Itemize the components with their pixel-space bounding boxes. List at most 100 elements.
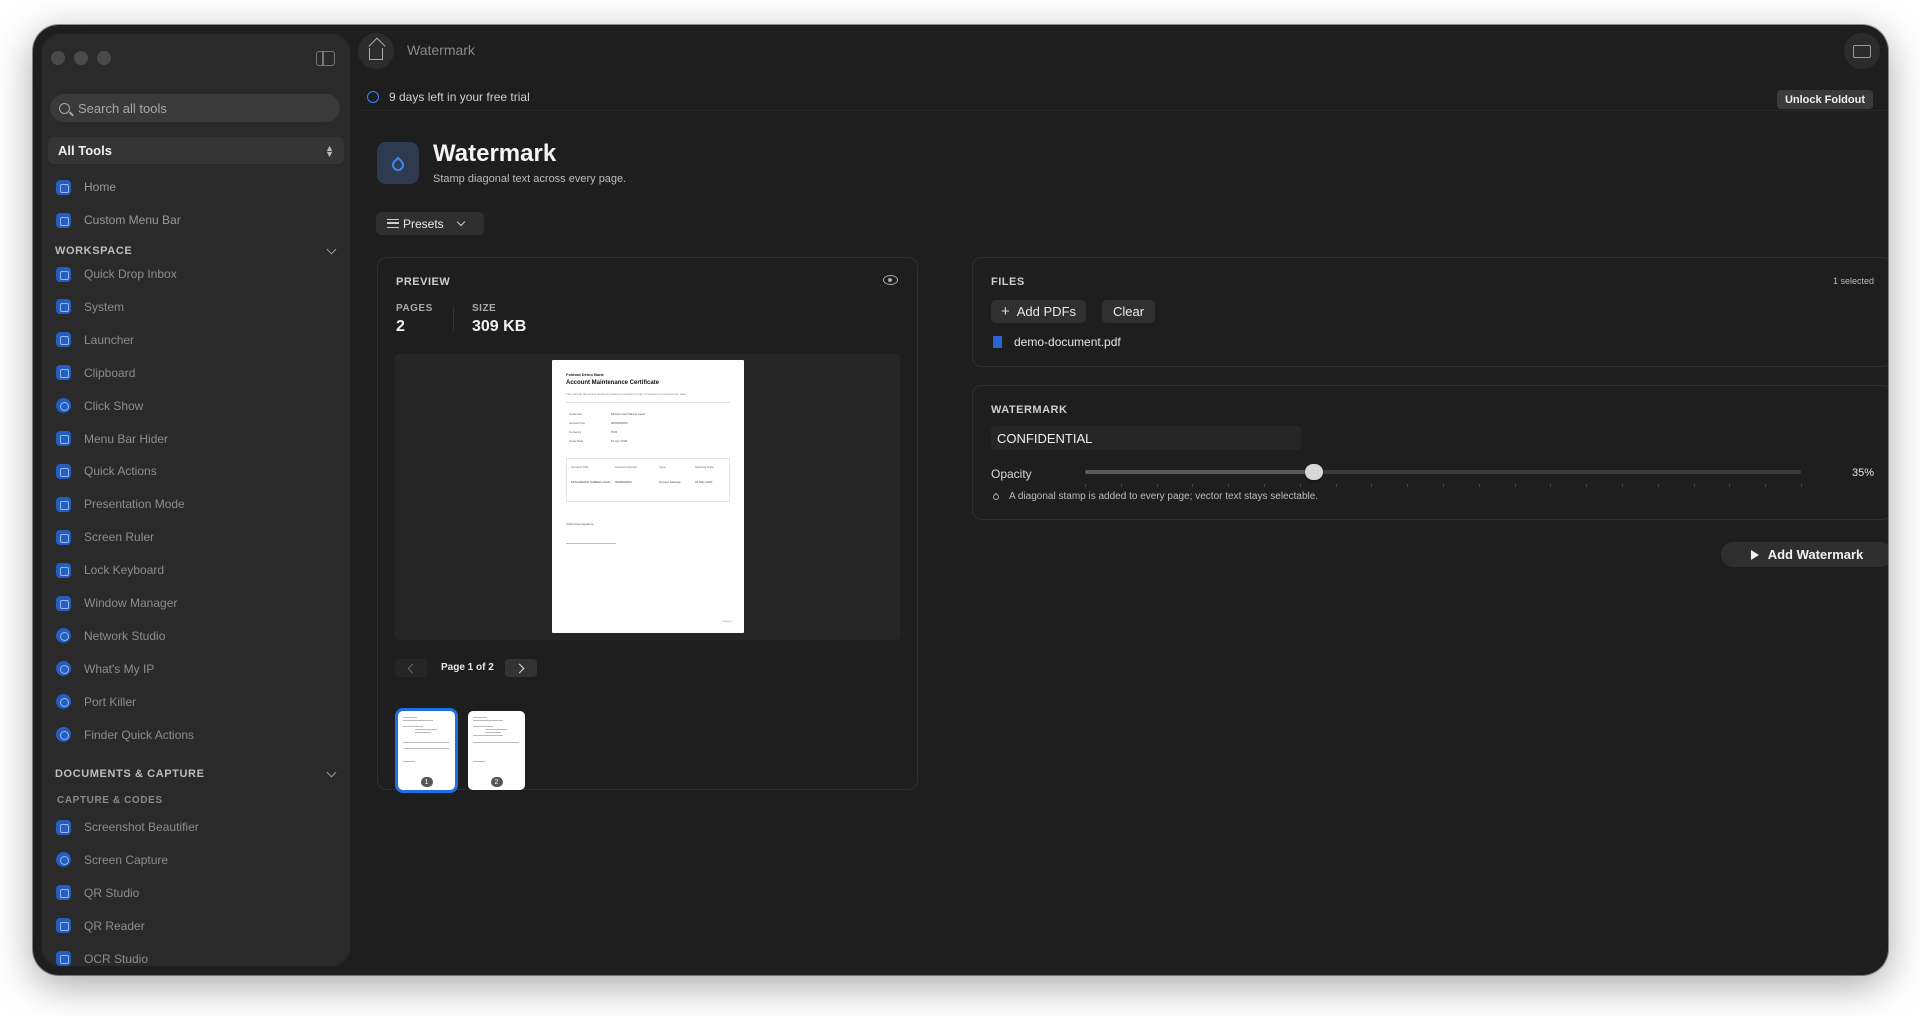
menu-bar-icon	[56, 212, 71, 228]
watermark-text-field[interactable]	[991, 426, 1301, 450]
doc-table-header: Account Title	[571, 465, 589, 469]
sidebar-item-port-killer[interactable]: Port Killer	[56, 690, 136, 714]
opacity-slider-knob[interactable]	[1305, 464, 1324, 480]
sidebar-item-menu-bar-hider[interactable]: Menu Bar Hider	[56, 427, 168, 451]
unlock-button[interactable]: Unlock Foldout	[1776, 90, 1873, 109]
lock-icon	[56, 562, 71, 578]
sidebar-item-ocr-studio[interactable]: OCR Studio	[56, 947, 148, 966]
doc-field-value: 21 Apr 2026	[611, 439, 628, 443]
sidebar-item-label: Presentation Mode	[84, 497, 185, 512]
sidebar-item-screen-capture[interactable]: Screen Capture	[56, 848, 168, 872]
search-input[interactable]: Search all tools	[50, 94, 340, 122]
sidebar-item-label: Clipboard	[84, 365, 136, 380]
home-icon	[56, 179, 71, 195]
opacity-slider[interactable]	[1085, 464, 1802, 487]
sidebar-item-clipboard[interactable]: Clipboard	[56, 361, 135, 385]
slider-tick	[1801, 484, 1802, 487]
sidebar-item-home[interactable]: Home	[56, 175, 116, 199]
sidebar-item-finder-quick-actions[interactable]: Finder Quick Actions	[56, 723, 194, 747]
section-title: WORKSPACE	[55, 245, 133, 257]
previous-page-button[interactable]	[395, 659, 427, 677]
slider-tick	[1586, 484, 1588, 487]
sidebar-section-header[interactable]: WORKSPACE	[55, 244, 343, 257]
sidebar-section-header[interactable]: DOCUMENTS & CAPTURE	[55, 767, 343, 780]
next-page-button[interactable]	[505, 659, 537, 677]
chevron-down-icon	[326, 244, 337, 254]
sidebar-item-quick-drop-inbox[interactable]: Quick Drop Inbox	[56, 262, 177, 286]
play-icon	[1750, 549, 1759, 560]
quick-actions-icon	[56, 463, 71, 479]
minimize-window-button[interactable]	[74, 51, 88, 65]
slider-tick	[1299, 484, 1301, 487]
presets-button[interactable]: Presets	[376, 212, 484, 235]
inbox-icon	[56, 266, 71, 282]
tools-filter-value: All Tools	[58, 143, 112, 158]
doc-table-cell: Current Savings	[659, 480, 681, 484]
clear-button[interactable]: Clear	[1102, 300, 1156, 323]
sidebar-item-lock-keyboard[interactable]: Lock Keyboard	[56, 558, 164, 582]
chevron-left-icon	[407, 663, 418, 673]
pages-value: 2	[396, 318, 405, 335]
home-button[interactable]	[358, 33, 394, 69]
slider-tick	[1407, 484, 1409, 487]
sidebar-item-screenshot-beautifier[interactable]: Screenshot Beautifier	[56, 815, 199, 839]
home-icon	[369, 47, 383, 60]
watermark-label: WATERMARK	[991, 404, 1068, 416]
slider-tick	[1657, 484, 1659, 487]
slider-tick	[1729, 484, 1731, 487]
display-button[interactable]	[1844, 33, 1880, 69]
add-watermark-button[interactable]: Add Watermark	[1721, 542, 1888, 567]
doc-table-cell: 01 May 2020	[695, 480, 713, 484]
sidebar-item-label: Network Studio	[84, 628, 166, 643]
tools-filter-select[interactable]: All Tools ▲ ▼	[48, 137, 344, 164]
slider-tick	[1156, 484, 1158, 487]
sidebar-item-qr-reader[interactable]: QR Reader	[56, 914, 145, 938]
sidebar-item-label: Launcher	[84, 332, 135, 347]
page-indicator: Page 1 of 2	[441, 662, 494, 673]
sidebar-item-label: Port Killer	[84, 694, 137, 709]
sidebar-item-what-s-my-ip[interactable]: What's My IP	[56, 657, 154, 681]
sidebar-item-qr-studio[interactable]: QR Studio	[56, 881, 139, 905]
sidebar-item-screen-ruler[interactable]: Screen Ruler	[56, 525, 154, 549]
sidebar-item-network-studio[interactable]: Network Studio	[56, 624, 165, 648]
opacity-label: Opacity	[991, 467, 1032, 481]
page-thumbnail[interactable]: 2	[468, 711, 525, 790]
zoom-window-button[interactable]	[97, 51, 111, 65]
files-panel: FILES 1 selected + Add PDFs Clear demo-d…	[972, 257, 1888, 367]
sidebar-toggle-icon[interactable]	[316, 51, 335, 66]
doc-field-value: 0000000000	[611, 421, 628, 425]
watermark-panel: WATERMARK Opacity 35% A diagonal stamp i…	[972, 385, 1888, 520]
slider-tick	[1228, 484, 1230, 487]
section-title: DOCUMENTS & CAPTURE	[55, 768, 205, 780]
doc-field-key: Issue Date	[569, 439, 584, 443]
chevron-right-icon	[514, 663, 525, 673]
window-manager-icon	[56, 595, 71, 611]
sidebar-item-custom-menu-bar[interactable]: Custom Menu Bar	[56, 208, 181, 232]
sidebar-item-presentation-mode[interactable]: Presentation Mode	[56, 492, 185, 516]
plus-icon: +	[1001, 303, 1010, 320]
sidebar-item-window-manager[interactable]: Window Manager	[56, 591, 177, 615]
slider-tick	[1765, 484, 1767, 487]
doc-field-value: PKR	[611, 430, 618, 434]
close-window-button[interactable]	[51, 51, 65, 65]
drop-icon	[991, 492, 1001, 501]
sidebar-item-quick-actions[interactable]: Quick Actions	[56, 459, 157, 483]
add-pdfs-button[interactable]: + Add PDFs	[991, 300, 1087, 323]
doc-signature-line	[566, 543, 616, 544]
sidebar-item-click-show[interactable]: Click Show	[56, 394, 143, 418]
clipboard-icon	[56, 365, 71, 381]
sidebar-item-label: Screen Capture	[84, 852, 169, 867]
system-icon	[56, 299, 71, 315]
doc-field-row: Account No. 0000000000	[569, 421, 628, 425]
doc-field-value: Muhammad Nabeel Asad	[611, 412, 645, 416]
sidebar-item-system[interactable]: System	[56, 295, 124, 319]
pages-label: PAGES	[396, 303, 433, 314]
page-thumbnail[interactable]: 1	[398, 711, 455, 790]
sidebar-item-launcher[interactable]: Launcher	[56, 328, 134, 352]
doc-bank-name: Foldout Demo Bank	[566, 372, 604, 377]
sidebar: Search all tools All Tools ▲ ▼ Home Custom…	[42, 34, 350, 966]
file-list-item[interactable]: demo-document.pdf	[993, 335, 1121, 349]
eye-icon[interactable]	[883, 275, 898, 285]
sidebar-item-label: Custom Menu Bar	[84, 213, 181, 227]
updown-chevron-icon: ▲ ▼	[325, 142, 334, 159]
